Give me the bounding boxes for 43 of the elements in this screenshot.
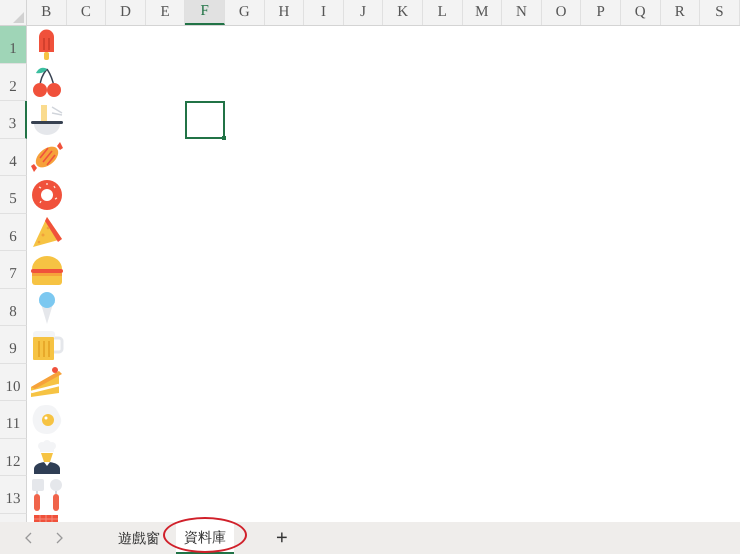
sheet-tab[interactable]: 資料庫 (176, 522, 234, 554)
column-header[interactable]: B (27, 0, 67, 25)
row-header[interactable]: 12 (0, 438, 27, 476)
next-sheet-icon[interactable] (54, 531, 64, 545)
row-header[interactable]: 3 (0, 101, 27, 138)
row-header[interactable]: 11 (0, 401, 27, 438)
column-header[interactable]: G (224, 0, 265, 25)
fill-handle[interactable] (222, 136, 226, 140)
row-header[interactable]: 4 (0, 138, 27, 176)
column-header[interactable]: L (422, 0, 463, 25)
row-header[interactable]: 6 (0, 214, 27, 251)
row-header[interactable]: 7 (0, 251, 27, 288)
column-header[interactable]: R (660, 0, 700, 25)
column-header[interactable]: F (185, 0, 225, 25)
kitchen-utensils-icon (30, 478, 64, 512)
row-header[interactable]: 8 (0, 288, 27, 326)
candy-icon (30, 140, 64, 174)
row-header[interactable]: 10 (0, 364, 27, 401)
donut-icon (30, 178, 64, 212)
row-header[interactable]: 13 (0, 476, 27, 514)
column-header[interactable]: O (542, 0, 582, 25)
row-header[interactable]: 1 (0, 26, 27, 64)
noodle-bowl-icon (30, 102, 64, 137)
column-header[interactable]: N (502, 0, 542, 25)
row-header[interactable]: 2 (0, 64, 27, 101)
select-all-icon[interactable] (13, 12, 24, 23)
cake-slice-icon (30, 365, 64, 400)
add-sheet-button[interactable]: + (272, 523, 292, 553)
row-header[interactable]: 5 (0, 176, 27, 214)
column-header[interactable]: J (344, 0, 384, 25)
column-header[interactable]: S (700, 0, 740, 25)
sheet-tab[interactable]: 遊戲窗 (110, 522, 168, 554)
row-header[interactable]: 9 (0, 326, 27, 364)
column-header[interactable]: P (581, 0, 621, 25)
column-header[interactable]: Q (620, 0, 660, 25)
column-header[interactable]: K (383, 0, 423, 25)
column-header[interactable]: D (106, 0, 146, 25)
column-header[interactable]: I (304, 0, 344, 25)
column-header[interactable]: H (264, 0, 304, 25)
fried-egg-icon (30, 402, 64, 437)
column-header[interactable]: C (66, 0, 106, 25)
column-header[interactable]: M (462, 0, 502, 25)
previous-sheet-icon[interactable] (24, 531, 34, 545)
